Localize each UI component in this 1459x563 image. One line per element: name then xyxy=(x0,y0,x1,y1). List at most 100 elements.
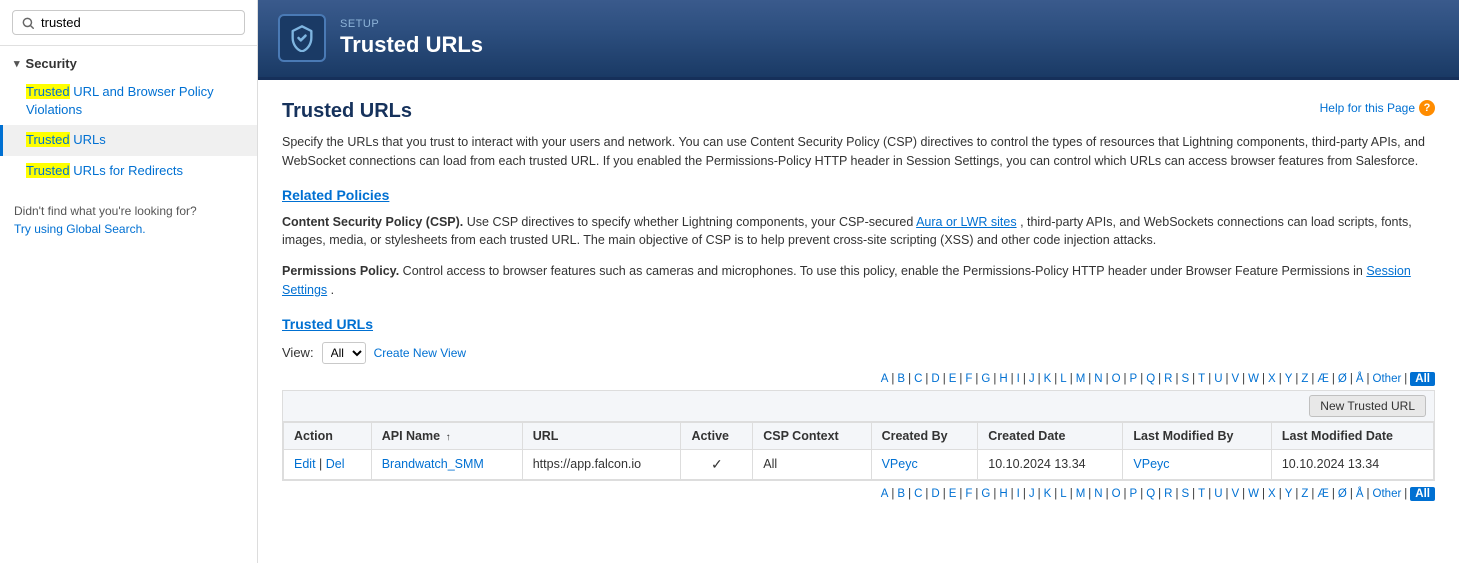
search-wrap: trusted xyxy=(12,10,245,35)
active-cell: ✓ xyxy=(681,449,753,479)
sidebar-item-label-0: Trusted URL and Browser Policy Violation… xyxy=(26,84,214,117)
bottom-letter-L[interactable]: L xyxy=(1060,488,1066,500)
bottom-letter-K[interactable]: K xyxy=(1044,488,1052,500)
bottom-letter-W[interactable]: W xyxy=(1248,488,1259,500)
bottom-letter-P[interactable]: P xyxy=(1130,488,1138,500)
table-header-row: Action API Name ↑ URL Active CSP Context… xyxy=(284,422,1434,449)
th-last-modified-by: Last Modified By xyxy=(1123,422,1271,449)
csp-link[interactable]: Aura or LWR sites xyxy=(916,215,1017,229)
api-name-link[interactable]: Brandwatch_SMM xyxy=(382,457,484,471)
letter-X[interactable]: X xyxy=(1268,373,1276,385)
bottom-letter-AE[interactable]: Æ xyxy=(1317,488,1329,500)
last-modified-date-cell: 10.10.2024 13.34 xyxy=(1271,449,1433,479)
letter-M[interactable]: M xyxy=(1076,373,1086,385)
letter-Q[interactable]: Q xyxy=(1146,373,1155,385)
related-policies-heading: Related Policies xyxy=(282,187,1435,203)
letter-AA[interactable]: Å xyxy=(1356,373,1364,385)
letter-O[interactable]: O xyxy=(1112,373,1121,385)
csp-policy-block: Content Security Policy (CSP). Use CSP d… xyxy=(282,213,1435,251)
letter-R[interactable]: R xyxy=(1164,373,1172,385)
sidebar-item-trusted-urls-redirects[interactable]: Trusted URLs for Redirects xyxy=(0,156,257,186)
letter-F[interactable]: F xyxy=(965,373,972,385)
sidebar-section-security[interactable]: ▾ Security xyxy=(0,46,257,77)
last-modified-by-cell: VPeyc xyxy=(1123,449,1271,479)
letter-W[interactable]: W xyxy=(1248,373,1259,385)
bottom-letter-N[interactable]: N xyxy=(1094,488,1102,500)
view-select[interactable]: All xyxy=(322,342,366,364)
bottom-letter-V[interactable]: V xyxy=(1232,488,1240,500)
letter-G[interactable]: G xyxy=(981,373,990,385)
letter-P[interactable]: P xyxy=(1130,373,1138,385)
letter-D[interactable]: D xyxy=(931,373,939,385)
new-trusted-url-button[interactable]: New Trusted URL xyxy=(1309,395,1426,417)
chevron-down-icon: ▾ xyxy=(14,57,20,70)
letter-N[interactable]: N xyxy=(1094,373,1102,385)
bottom-letter-Other[interactable]: Other xyxy=(1373,488,1402,500)
letter-C[interactable]: C xyxy=(914,373,922,385)
edit-link[interactable]: Edit xyxy=(294,457,316,471)
bottom-letter-R[interactable]: R xyxy=(1164,488,1172,500)
letter-K[interactable]: K xyxy=(1044,373,1052,385)
bottom-letter-H[interactable]: H xyxy=(999,488,1007,500)
sidebar-item-trusted-urls[interactable]: Trusted URLs xyxy=(0,125,257,155)
bottom-letter-M[interactable]: M xyxy=(1076,488,1086,500)
created-by-link[interactable]: VPeyc xyxy=(882,457,918,471)
bottom-letter-B[interactable]: B xyxy=(897,488,905,500)
letter-L[interactable]: L xyxy=(1060,373,1066,385)
sidebar-item-trusted-url-browser[interactable]: Trusted URL and Browser Policy Violation… xyxy=(0,77,257,125)
bottom-letter-O[interactable]: O xyxy=(1112,488,1121,500)
bottom-letter-Y[interactable]: Y xyxy=(1285,488,1293,500)
letter-S[interactable]: S xyxy=(1181,373,1189,385)
create-new-view-link[interactable]: Create New View xyxy=(374,346,466,360)
letter-J[interactable]: J xyxy=(1029,373,1035,385)
bottom-letter-T[interactable]: T xyxy=(1198,488,1205,500)
help-link[interactable]: Help for this Page ? xyxy=(1320,100,1435,116)
bottom-letter-S[interactable]: S xyxy=(1181,488,1189,500)
created-by-cell: VPeyc xyxy=(871,449,978,479)
letter-Other[interactable]: Other xyxy=(1373,373,1402,385)
letter-H[interactable]: H xyxy=(999,373,1007,385)
letter-Y[interactable]: Y xyxy=(1285,373,1293,385)
action-cell: Edit | Del xyxy=(284,449,372,479)
setup-label: SETUP xyxy=(340,18,483,30)
sidebar: trusted ▾ Security Trusted URL and Brows… xyxy=(0,0,258,563)
bottom-letter-C[interactable]: C xyxy=(914,488,922,500)
letter-A[interactable]: A xyxy=(881,373,889,385)
page-description: Specify the URLs that you trust to inter… xyxy=(282,133,1435,171)
bottom-letter-F[interactable]: F xyxy=(965,488,972,500)
letter-Z[interactable]: Z xyxy=(1301,373,1308,385)
bottom-letter-E[interactable]: E xyxy=(949,488,957,500)
bottom-letter-U[interactable]: U xyxy=(1214,488,1222,500)
letter-B[interactable]: B xyxy=(897,373,905,385)
sidebar-no-results: Didn't find what you're looking for? Try… xyxy=(0,186,257,254)
perm-text: Control access to browser features such … xyxy=(403,264,1363,278)
setup-title-block: SETUP Trusted URLs xyxy=(340,18,483,58)
search-input[interactable]: trusted xyxy=(41,15,236,30)
bottom-letter-A[interactable]: A xyxy=(881,488,889,500)
letter-I[interactable]: I xyxy=(1017,373,1020,385)
letter-U[interactable]: U xyxy=(1214,373,1222,385)
trusted-urls-table: Action API Name ↑ URL Active CSP Context… xyxy=(283,422,1434,480)
last-modified-by-link[interactable]: VPeyc xyxy=(1133,457,1169,471)
bottom-letter-All-active[interactable]: All xyxy=(1410,487,1435,501)
th-created-date: Created Date xyxy=(978,422,1123,449)
letter-T[interactable]: T xyxy=(1198,373,1205,385)
bottom-letter-Q[interactable]: Q xyxy=(1146,488,1155,500)
bottom-letter-I[interactable]: I xyxy=(1017,488,1020,500)
bottom-letter-G[interactable]: G xyxy=(981,488,990,500)
letter-All-active[interactable]: All xyxy=(1410,372,1435,386)
bottom-letter-J[interactable]: J xyxy=(1029,488,1035,500)
letter-V[interactable]: V xyxy=(1232,373,1240,385)
letter-AE[interactable]: Æ xyxy=(1317,373,1329,385)
bottom-letter-AA[interactable]: Å xyxy=(1356,488,1364,500)
letter-OE[interactable]: Ø xyxy=(1338,373,1347,385)
bottom-letter-OE[interactable]: Ø xyxy=(1338,488,1347,500)
bottom-letter-D[interactable]: D xyxy=(931,488,939,500)
del-link[interactable]: Del xyxy=(326,457,345,471)
main-content: SETUP Trusted URLs Trusted URLs Help for… xyxy=(258,0,1459,563)
bottom-letter-Z[interactable]: Z xyxy=(1301,488,1308,500)
letter-E[interactable]: E xyxy=(949,373,957,385)
bottom-letter-X[interactable]: X xyxy=(1268,488,1276,500)
global-search-link[interactable]: Try using Global Search. xyxy=(14,222,146,236)
csp-policy-text: Content Security Policy (CSP). Use CSP d… xyxy=(282,213,1435,251)
